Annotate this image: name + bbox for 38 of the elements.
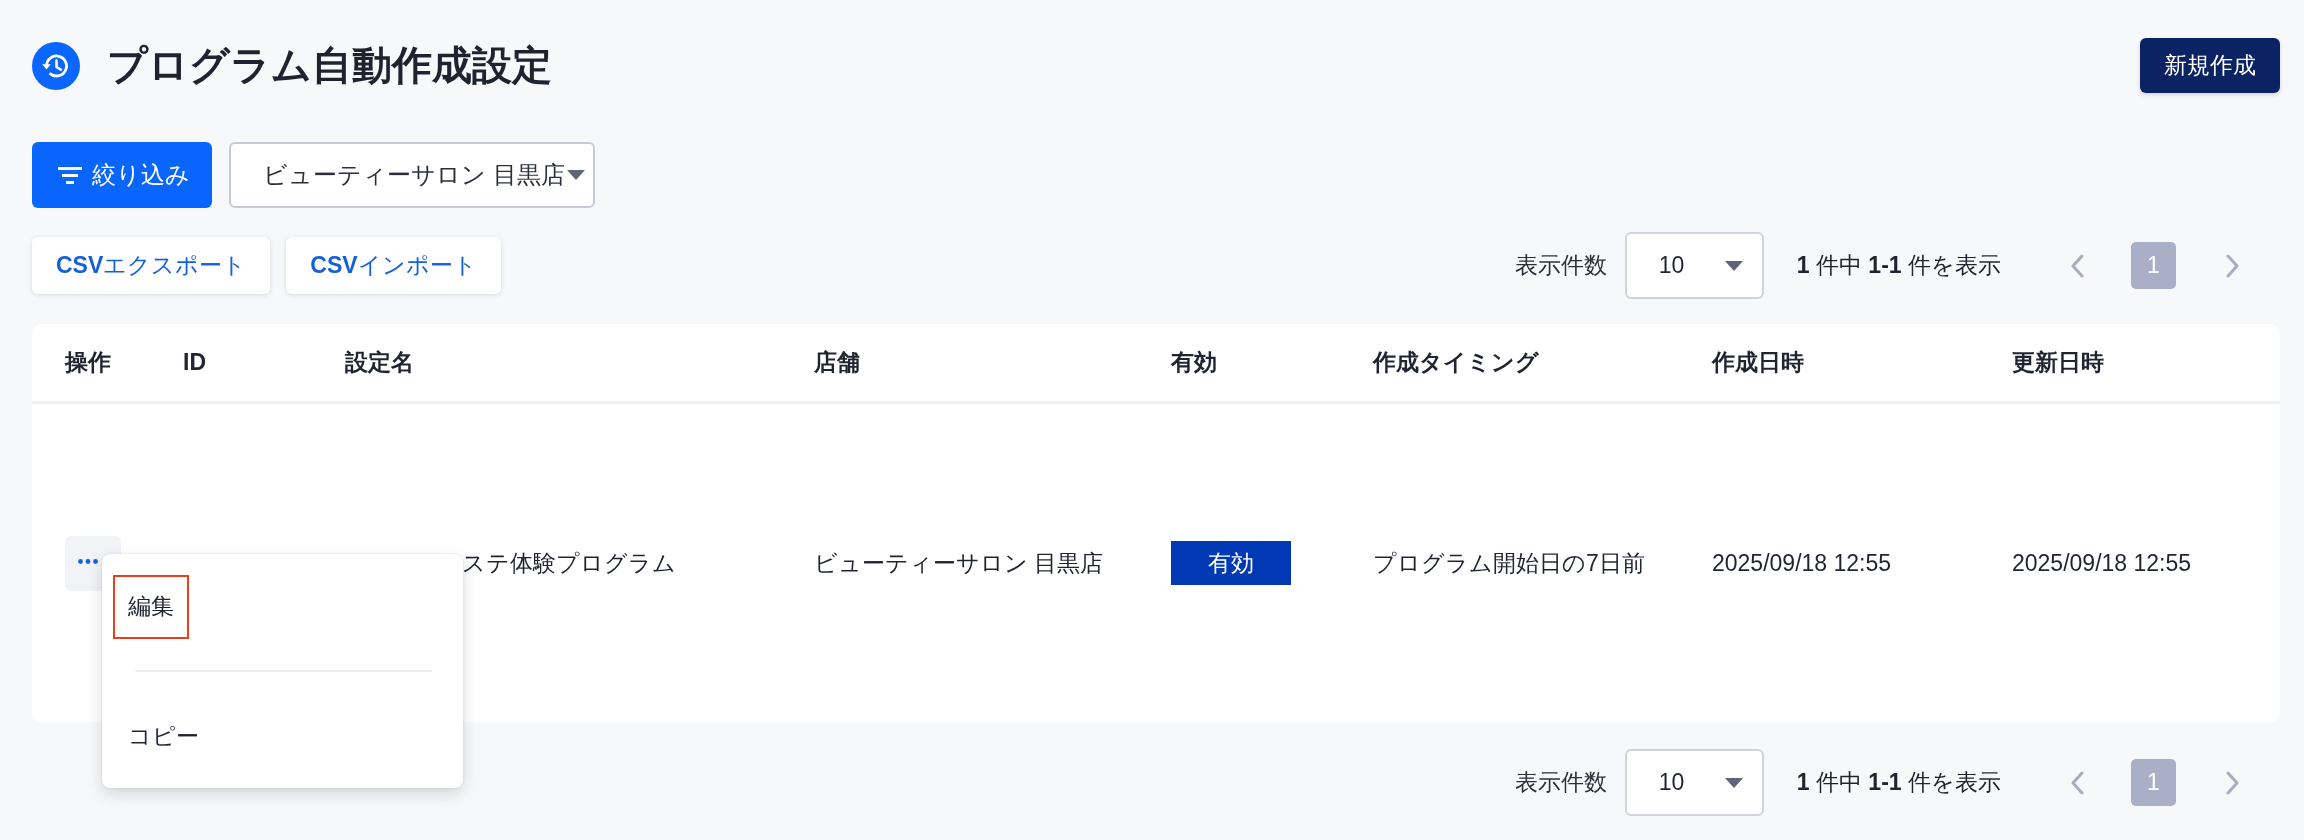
history-icon (32, 41, 80, 90)
column-header: 有効 (1171, 348, 1217, 377)
chevron-right-icon (2224, 253, 2240, 278)
per-page-label: 表示件数 (1514, 251, 1607, 280)
table-cell-text: ビューティーサロン 目黒店 (814, 548, 1104, 578)
column-header: 店舗 (814, 348, 860, 377)
column-header: 設定名 (345, 348, 414, 377)
more-icon (78, 558, 98, 564)
new-button[interactable]: 新規作成 (2140, 38, 2280, 93)
filter-icon (58, 166, 82, 184)
per-page-select[interactable]: 10 (1624, 232, 1764, 299)
chevron-left-icon (2069, 770, 2085, 795)
table-cell-text: プログラム開始日の7日前 (1373, 548, 1645, 578)
page-title: プログラム自動作成設定 (107, 42, 552, 89)
column-header: 更新日時 (2012, 348, 2104, 377)
column-header: 操作 (65, 348, 111, 377)
column-header: 作成日時 (1712, 348, 1804, 377)
table-cell: 2025/09/18 12:55 (1712, 549, 1892, 577)
chevron-right-icon (2224, 770, 2240, 795)
store-select[interactable]: ビューティーサロン 目黒店 (229, 142, 595, 208)
caret-icon (1724, 777, 1743, 788)
page-summary: 1 件中 1-1 件を表示 (1796, 768, 2001, 797)
csv-button[interactable]: CSVインポート (286, 237, 501, 294)
page-summary: 1 件中 1-1 件を表示 (1796, 251, 2001, 280)
table-cell-text: ステ体験プログラム (462, 548, 676, 578)
caret-icon (1724, 260, 1743, 271)
per-page-select[interactable]: 10 (1624, 749, 1764, 816)
column-header: ID (183, 349, 206, 376)
per-page-label: 表示件数 (1514, 768, 1607, 797)
menu-item[interactable]: コピー (113, 704, 214, 769)
status-badge: 有効 (1171, 541, 1291, 585)
chevron-left-icon (2069, 253, 2085, 278)
table-cell: 2025/09/18 12:55 (2012, 549, 2192, 577)
filter-button[interactable]: 絞り込み (32, 142, 212, 208)
caret-icon (566, 170, 585, 180)
menu-item[interactable]: 編集 (113, 574, 189, 639)
csv-button[interactable]: CSVエクスポート (32, 237, 271, 294)
column-header: 作成タイミング (1373, 348, 1539, 377)
